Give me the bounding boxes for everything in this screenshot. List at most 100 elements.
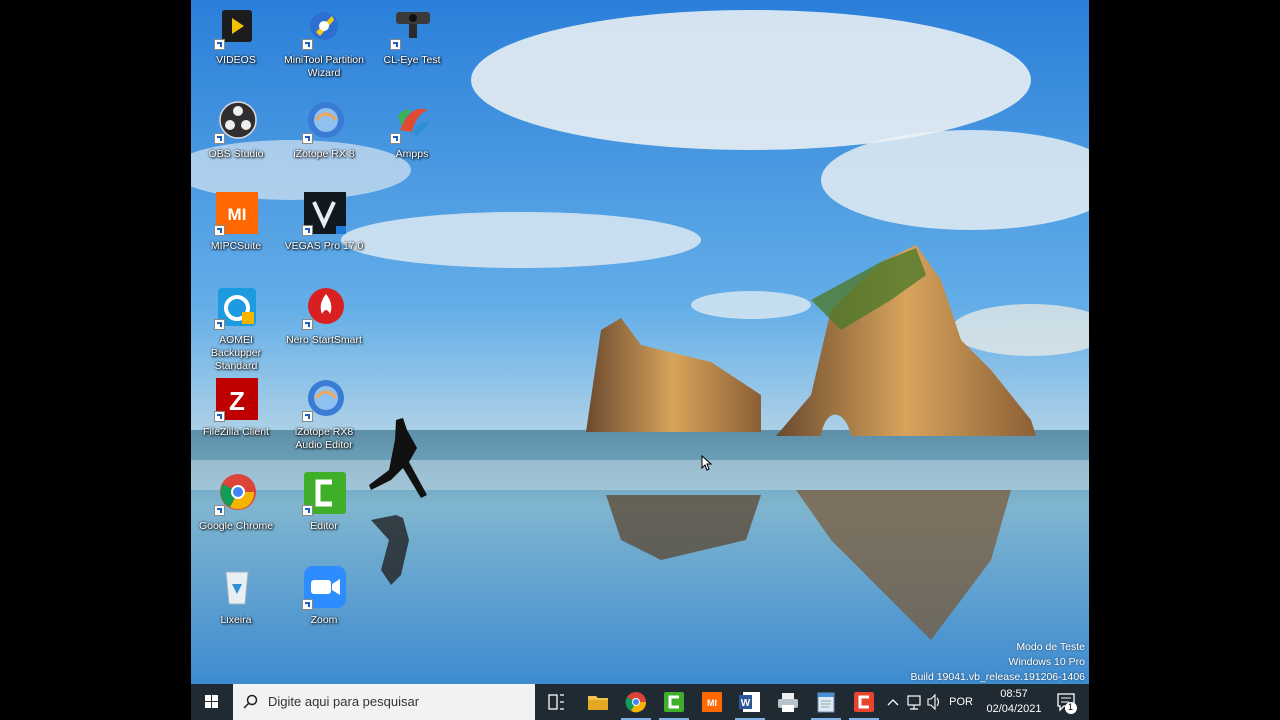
- watermark-edition: Windows 10 Pro: [1008, 656, 1085, 668]
- taskbar-word[interactable]: W: [731, 684, 769, 720]
- video-player-icon: [214, 6, 258, 50]
- desktop-icon-label: MiniTool Partition Wizard: [284, 54, 364, 79]
- mouse-cursor-icon: [701, 455, 713, 471]
- desktop-icon-label: VIDEOS: [216, 54, 256, 66]
- nero-icon: [302, 286, 346, 330]
- chrome-icon: [214, 472, 258, 516]
- shortcut-arrow-icon: [214, 319, 225, 330]
- search-placeholder: Digite aqui para pesquisar: [268, 694, 420, 709]
- ampps-icon: [390, 100, 434, 144]
- windows-logo-icon: [205, 695, 218, 708]
- file-explorer-icon: [588, 696, 608, 710]
- taskbar-printer[interactable]: [769, 684, 807, 720]
- language-indicator[interactable]: POR: [949, 696, 973, 708]
- taskbar-camtasia[interactable]: [655, 684, 693, 720]
- notification-count: 1: [1068, 702, 1074, 712]
- start-button[interactable]: [191, 684, 233, 720]
- shortcut-arrow-icon: [302, 505, 313, 516]
- shortcut-arrow-icon: [302, 133, 313, 144]
- task-view-button[interactable]: [537, 684, 575, 720]
- desktop-icon-obs[interactable]: OBS Studio: [193, 100, 279, 161]
- desktop-icon-label: Google Chrome: [198, 520, 274, 532]
- desktop-icon-zoom[interactable]: Zoom: [281, 566, 367, 627]
- camtasia-icon: [302, 472, 346, 516]
- camtasia-icon: [664, 692, 684, 712]
- mi-icon: MI: [702, 692, 722, 712]
- shortcut-arrow-icon: [302, 225, 313, 236]
- svg-text:W: W: [741, 698, 751, 709]
- shortcut-arrow-icon: [302, 39, 313, 50]
- watermark-build: Build 19041.vb_release.191206-1406: [910, 671, 1085, 683]
- partition-wizard-icon: [302, 6, 346, 50]
- action-center-button[interactable]: 1: [1051, 684, 1081, 720]
- taskbar-search[interactable]: Digite aqui para pesquisar: [233, 684, 535, 720]
- word-icon: W: [739, 692, 760, 712]
- desktop-icon-label: MIPCSuite: [210, 240, 262, 252]
- filezilla-icon: Z: [214, 378, 258, 422]
- camtasia-recorder-icon: [854, 692, 874, 712]
- aomei-icon: [214, 286, 258, 330]
- taskbar-chrome[interactable]: [617, 684, 655, 720]
- desktop-icon-label: Zoom: [310, 614, 338, 626]
- desktop-icon-vegas[interactable]: VEGAS Pro 17.0: [281, 192, 367, 253]
- desktop-icon-label: Ampps: [395, 148, 429, 160]
- desktop-icon-minitool[interactable]: MiniTool Partition Wizard: [281, 6, 367, 80]
- taskbar-clock[interactable]: 08:57 02/04/2021: [983, 687, 1045, 717]
- notification-icon: [1057, 693, 1077, 714]
- desktop-icon-izotope-rx8[interactable]: iZotope RX 8: [281, 100, 367, 161]
- desktop-icon-label: iZotope RX 8: [293, 148, 355, 160]
- taskbar-mipcsuite[interactable]: MI: [693, 684, 731, 720]
- vegas-icon: [302, 192, 346, 236]
- desktop-icon-editor[interactable]: Editor: [281, 472, 367, 533]
- webcam-icon: [390, 6, 434, 50]
- desktop-icon-mipcsuite[interactable]: MI MIPCSuite: [193, 192, 279, 253]
- desktop-icon-label: Nero StartSmart: [286, 334, 362, 346]
- desktop-screen: VIDEOS MiniTool Partition Wizard CL-Eye …: [191, 0, 1089, 720]
- svg-text:MI: MI: [707, 698, 717, 708]
- shortcut-arrow-icon: [302, 599, 313, 610]
- desktop-icon-aomei[interactable]: AOMEI Backupper Standard: [193, 286, 279, 373]
- shortcut-arrow-icon: [390, 39, 401, 50]
- shortcut-arrow-icon: [390, 133, 401, 144]
- desktop-icon-label: CL-Eye Test: [383, 54, 441, 66]
- network-button[interactable]: [905, 684, 923, 720]
- desktop-icon-label: OBS Studio: [208, 148, 264, 160]
- desktop-icon-label: VEGAS Pro 17.0: [284, 240, 364, 252]
- notepad-icon: [817, 692, 835, 713]
- recycle-bin-icon: [214, 566, 258, 610]
- desktop-icon-filezilla[interactable]: Z FileZilla Client: [193, 378, 279, 439]
- clock-date: 02/04/2021: [986, 703, 1042, 715]
- shortcut-arrow-icon: [214, 505, 225, 516]
- windows-watermark: Modo de Teste Windows 10 Pro Build 19041…: [910, 640, 1085, 685]
- printer-icon: [778, 693, 798, 712]
- zoom-icon: [302, 566, 346, 610]
- volume-icon: [927, 693, 940, 711]
- shortcut-arrow-icon: [214, 133, 225, 144]
- desktop-icon-cl-eye[interactable]: CL-Eye Test: [369, 6, 455, 67]
- tray-overflow-button[interactable]: [885, 684, 901, 720]
- taskbar-camtasia-recorder[interactable]: [845, 684, 883, 720]
- desktop-icon-izotope-audio-editor[interactable]: iZotope RX8 Audio Editor: [281, 378, 367, 452]
- taskbar: Digite aqui para pesquisar MI W POR 08:5…: [191, 684, 1089, 720]
- chrome-icon: [625, 692, 647, 713]
- obs-icon: [214, 100, 258, 144]
- volume-button[interactable]: [925, 684, 943, 720]
- desktop-icon-label: Lixeira: [220, 614, 252, 626]
- shortcut-arrow-icon: [214, 411, 225, 422]
- desktop-icon-nero[interactable]: Nero StartSmart: [281, 286, 367, 347]
- mi-icon: MI: [214, 192, 258, 236]
- clock-time: 08:57: [1000, 688, 1028, 700]
- desktop-icon-videos[interactable]: VIDEOS: [193, 6, 279, 67]
- watermark-mode: Modo de Teste: [1016, 641, 1085, 653]
- desktop-icon-recycle-bin[interactable]: Lixeira: [193, 566, 279, 627]
- svg-text:Z: Z: [229, 386, 245, 416]
- shortcut-arrow-icon: [214, 39, 225, 50]
- shortcut-arrow-icon: [302, 319, 313, 330]
- izotope-icon: [302, 378, 346, 422]
- svg-text:MI: MI: [228, 205, 247, 224]
- taskbar-file-explorer[interactable]: [579, 684, 617, 720]
- desktop-icon-chrome[interactable]: Google Chrome: [193, 472, 279, 533]
- desktop-icon-label: Editor: [310, 520, 338, 532]
- taskbar-notepad[interactable]: [807, 684, 845, 720]
- desktop-icon-ampps[interactable]: Ampps: [369, 100, 455, 161]
